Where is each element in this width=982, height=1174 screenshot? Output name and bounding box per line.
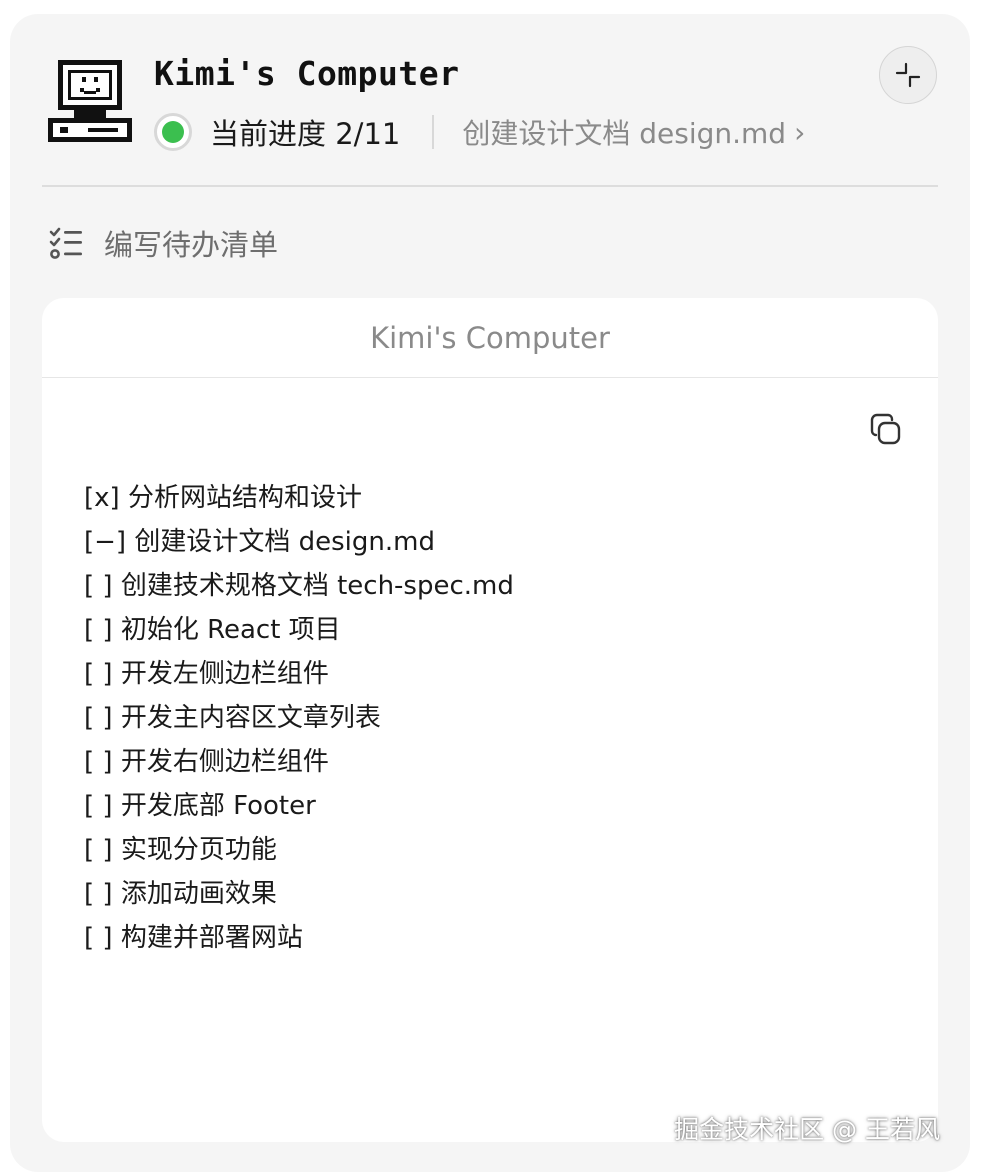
- todo-item: [ ] 添加动画效果: [84, 879, 277, 909]
- status-indicator: [154, 113, 192, 151]
- todo-item: [ ] 开发主内容区文章列表: [84, 703, 381, 733]
- card-header: Kimi's Computer: [42, 298, 938, 378]
- todo-item: [ ] 开发右侧边栏组件: [84, 747, 329, 777]
- copy-button[interactable]: [868, 412, 904, 448]
- todo-item: [ ] 实现分页功能: [84, 835, 277, 865]
- retro-computer-icon: [48, 60, 132, 142]
- todo-item: [ ] 创建技术规格文档 tech-spec.md: [84, 571, 514, 601]
- todo-item: [ ] 构建并部署网站: [84, 923, 303, 953]
- task-step-row[interactable]: 编写待办清单: [48, 222, 278, 264]
- current-step-link[interactable]: 创建设计文档 design.md ›: [462, 112, 805, 152]
- expand-icon: [895, 62, 921, 88]
- checklist-icon: [49, 227, 82, 259]
- chevron-right-icon: ›: [794, 115, 806, 149]
- task-step-label: 编写待办清单: [104, 228, 279, 262]
- todo-item: [ ] 开发左侧边栏组件: [84, 659, 329, 689]
- todo-item: [x] 分析网站结构和设计: [84, 483, 362, 513]
- card-title: Kimi's Computer: [370, 320, 610, 355]
- app-title: Kimi's Computer: [154, 54, 460, 93]
- todo-item: [ ] 初始化 React 项目: [84, 615, 341, 645]
- todo-item: [ ] 开发底部 Footer: [84, 791, 316, 821]
- status-dot-icon: [162, 121, 184, 143]
- progress-label: 当前进度 2/11: [210, 117, 401, 151]
- header-divider: [42, 185, 938, 187]
- kimi-computer-panel: Kimi's Computer 当前进度 2/11 创建设计文档 design.…: [10, 14, 970, 1172]
- file-preview-card: Kimi's Computer [x] 分析网站结构和设计 [−] 创建设计文档…: [42, 298, 938, 1142]
- todo-item: [−] 创建设计文档 design.md: [84, 527, 435, 557]
- watermark: 掘金技术社区 @ 王若风: [674, 1115, 940, 1144]
- separator: [432, 115, 435, 149]
- expand-button[interactable]: [879, 46, 937, 104]
- status-row: 当前进度 2/11 创建设计文档 design.md ›: [154, 112, 805, 152]
- todo-list: [x] 分析网站结构和设计 [−] 创建设计文档 design.md [ ] 创…: [84, 476, 514, 960]
- copy-icon: [870, 413, 901, 445]
- current-step-label: 创建设计文档 design.md: [462, 117, 787, 150]
